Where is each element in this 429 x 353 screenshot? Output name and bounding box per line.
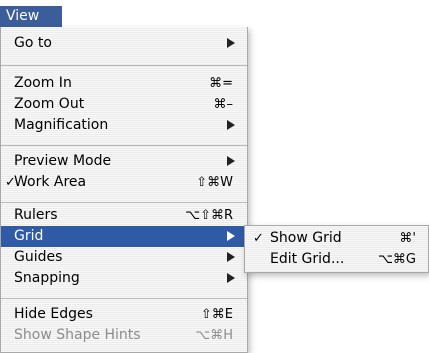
view-menu-title[interactable]: View xyxy=(0,6,62,27)
submenu-arrow-icon xyxy=(227,273,235,283)
menu-item-preview-mode[interactable]: Preview Mode xyxy=(1,151,247,172)
menu-item-label: Zoom Out xyxy=(14,96,85,112)
menu-item-label: Hide Edges xyxy=(14,306,93,322)
menu-separator xyxy=(1,202,247,203)
menu-item-work-area[interactable]: ✓ Work Area ⇧⌘W xyxy=(1,172,247,193)
menu-item-shortcut: ⌥⇧⌘R xyxy=(185,208,233,223)
submenu-arrow-icon xyxy=(227,38,235,48)
menu-item-shortcut: ⌘= xyxy=(209,76,233,91)
menu-item-shortcut: ⌥⌘G xyxy=(377,252,416,267)
checkmark-icon: ✓ xyxy=(253,231,264,246)
menu-item-magnification[interactable]: Magnification xyxy=(1,115,247,136)
menu-item-rulers[interactable]: Rulers ⌥⇧⌘R xyxy=(1,205,247,226)
menu-item-shortcut: ⇧⌘W xyxy=(196,175,233,190)
menu-item-shortcut: ⌘' xyxy=(399,231,416,246)
menu-separator xyxy=(1,145,247,146)
menu-item-snapping[interactable]: Snapping xyxy=(1,268,247,289)
menu-item-label: Snapping xyxy=(14,270,80,286)
menu-item-zoom-out[interactable]: Zoom Out ⌘– xyxy=(1,94,247,115)
menu-item-label: Rulers xyxy=(14,207,58,223)
menu-separator xyxy=(1,298,247,299)
submenu-arrow-icon xyxy=(227,120,235,130)
menu-item-label: Work Area xyxy=(14,174,87,190)
menu-item-label: Edit Grid... xyxy=(270,251,345,267)
menu-item-zoom-in[interactable]: Zoom In ⌘= xyxy=(1,73,247,94)
menu-item-label: Zoom In xyxy=(14,75,72,91)
submenu-item-show-grid[interactable]: ✓ Show Grid ⌘' xyxy=(245,228,428,249)
grid-submenu: ✓ Show Grid ⌘' Edit Grid... ⌥⌘G xyxy=(244,225,429,273)
submenu-arrow-icon xyxy=(227,252,235,262)
view-menu: Go to Zoom In ⌘= Zoom Out ⌘– Magnificati… xyxy=(0,27,248,353)
menu-item-label: Preview Mode xyxy=(14,153,112,169)
menu-item-guides[interactable]: Guides xyxy=(1,247,247,268)
menu-item-label: Go to xyxy=(14,35,52,51)
menu-item-label: Show Shape Hints xyxy=(14,327,141,343)
menu-item-shortcut: ⌥⌘H xyxy=(195,328,233,343)
menu-item-shortcut: ⌘– xyxy=(213,97,234,112)
menu-item-label: Grid xyxy=(14,228,44,244)
menu-item-grid[interactable]: Grid xyxy=(1,226,247,247)
menu-item-shortcut: ⇧⌘E xyxy=(200,307,233,322)
submenu-arrow-icon xyxy=(227,156,235,166)
menu-item-go-to[interactable]: Go to xyxy=(1,33,247,54)
menu-item-label: Magnification xyxy=(14,117,109,133)
menu-item-show-shape-hints: Show Shape Hints ⌥⌘H xyxy=(1,325,247,346)
submenu-item-edit-grid[interactable]: Edit Grid... ⌥⌘G xyxy=(245,249,428,270)
menu-item-label: Guides xyxy=(14,249,63,265)
menu-separator xyxy=(1,65,247,66)
menu-item-label: Show Grid xyxy=(270,230,342,246)
submenu-arrow-icon xyxy=(227,231,235,241)
menu-item-hide-edges[interactable]: Hide Edges ⇧⌘E xyxy=(1,304,247,325)
